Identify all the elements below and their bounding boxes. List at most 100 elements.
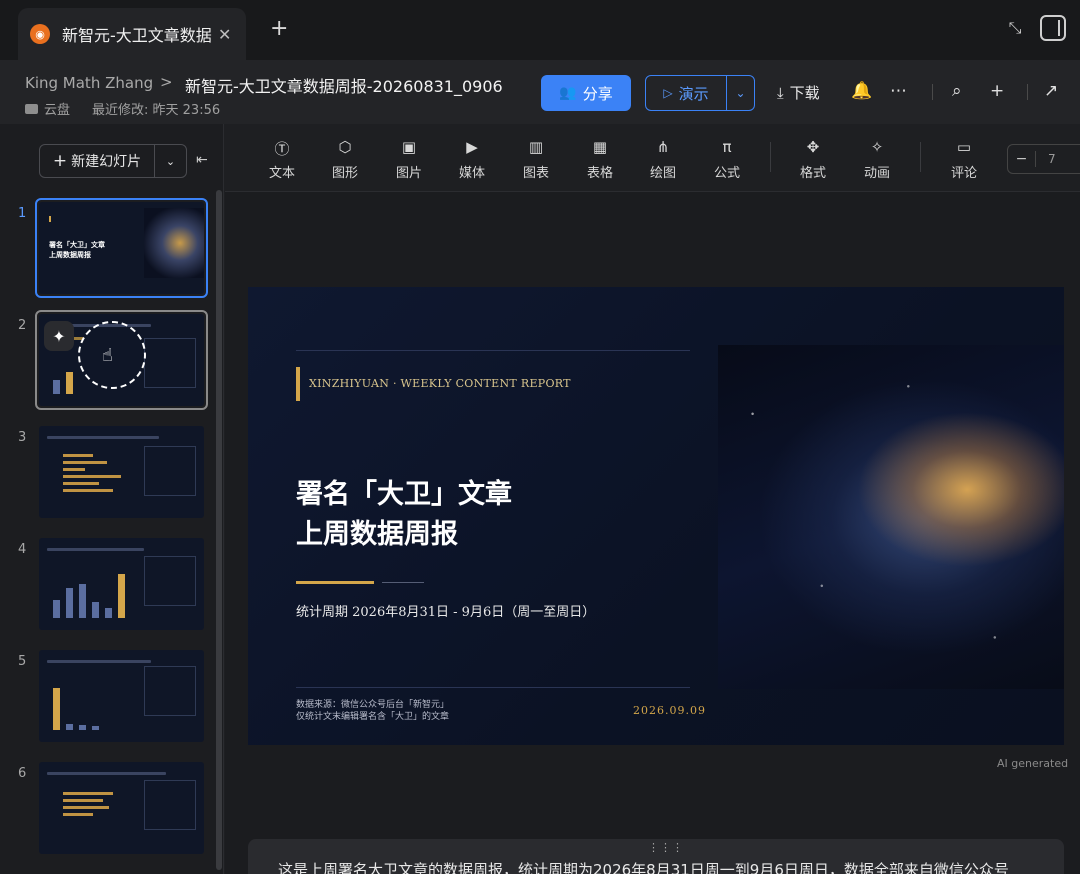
thumbnail-canvas: 署名「大卫」文章 上周数据周报 — [39, 202, 204, 294]
thumbnail-hbar — [63, 806, 109, 809]
folder-label[interactable]: 云盘 — [44, 99, 70, 118]
speaker-notes[interactable]: ⋮⋮⋮ 这是上周署名大卫文章的数据周报，统计周期为2026年8月31日周一到9月… — [248, 839, 1064, 874]
tool-text[interactable]: Ⓣ 文本 — [257, 138, 307, 181]
slide-panel-scrollbar[interactable] — [216, 190, 222, 870]
thumbnail-hbar — [63, 475, 121, 478]
present-button[interactable]: ▷ 演示 — [646, 83, 726, 104]
slide-number: 4 — [18, 542, 27, 557]
slide-thumbnail-5[interactable] — [35, 646, 208, 746]
galaxy-image[interactable] — [718, 345, 1064, 689]
document-title[interactable]: 新智元-大卫文章数据周报-20260831_0906 — [185, 73, 503, 97]
slide-number: 3 — [18, 430, 27, 445]
new-slide-label: 新建幻灯片 — [71, 154, 142, 170]
tool-format[interactable]: ✥ 格式 — [788, 138, 838, 181]
tool-media[interactable]: ▶ 媒体 — [447, 138, 497, 181]
slide-number: 6 — [18, 766, 27, 781]
slide-kicker[interactable]: XINZHIYUAN · WEEKLY CONTENT REPORT — [309, 377, 571, 390]
slide-grey-rule — [382, 582, 424, 583]
text-icon: Ⓣ — [274, 140, 290, 158]
thumbnail-title: 署名「大卫」文章 上周数据周报 — [49, 240, 105, 260]
present-options-chevron-icon[interactable]: ⌄ — [726, 76, 754, 110]
thumbnail-line — [47, 660, 152, 663]
share-button[interactable]: 👥 分享 — [541, 75, 631, 111]
document-tab[interactable]: ◉ 新智元-大卫文章数据 ✕ — [18, 8, 246, 60]
speaker-notes-text[interactable]: 这是上周署名大卫文章的数据周报，统计周期为2026年8月31日周一到9月6日周日… — [278, 859, 1009, 874]
thumbnail-hbar — [63, 468, 85, 471]
tool-label: 图表 — [522, 166, 549, 181]
thumbnail-canvas — [39, 762, 204, 854]
slide-thumbnail-1[interactable]: 署名「大卫」文章 上周数据周报 — [35, 198, 208, 298]
tool-animation[interactable]: ✧ 动画 — [852, 138, 902, 181]
download-label: 下载 — [789, 84, 820, 102]
thumbnail-content — [47, 772, 196, 780]
thumbnail-line — [47, 436, 159, 439]
toggle-panel-icon[interactable] — [1040, 15, 1066, 41]
slide-title[interactable]: 署名「大卫」文章 上周数据周报 — [296, 475, 512, 555]
app-window: ◉ 新智元-大卫文章数据 ✕ + ⤡ King Math Zhang > 新智元… — [0, 0, 1080, 874]
slide-period[interactable]: 统计周期 2026年8月31日 - 9月6日（周一至周日） — [296, 601, 595, 620]
new-slide-chevron-icon[interactable]: ⌄ — [154, 145, 186, 177]
thumbnail-bar — [66, 372, 73, 394]
slide-title-line: 上周数据周报 — [296, 519, 458, 550]
folder-icon — [25, 103, 38, 114]
tool-diagram[interactable]: ⋔ 绘图 — [638, 138, 688, 181]
bell-icon[interactable]: 🔔 — [851, 81, 872, 101]
slide-date[interactable]: 2026.09.09 — [633, 704, 706, 717]
slide-source[interactable]: 数据来源：微信公众号后台「新智元」 仅统计文末编辑署名含「大卫」的文章 — [296, 699, 449, 723]
thumbnail-bar — [66, 588, 73, 618]
tool-label: 表格 — [586, 166, 613, 181]
tool-label: 文本 — [268, 166, 295, 181]
toolbar-divider — [770, 142, 771, 172]
format-icon: ✥ — [806, 138, 820, 156]
search-icon[interactable]: ⌕ — [952, 81, 962, 101]
thumbnail-line — [47, 772, 167, 775]
zoom-value[interactable]: 7 — [1036, 152, 1056, 166]
slide-thumbnail-6[interactable] — [35, 758, 208, 858]
download-button[interactable]: ⤓ 下载 — [777, 82, 820, 103]
slide-source-line: 数据来源：微信公众号后台「新智元」 — [296, 700, 450, 710]
insert-toolbar: Ⓣ 文本 ⬡ 图形 ▣ 图片 ▶ 媒体 ▥ 图表 ▦ 表格 ⋔ 绘图 π 公式 ✥ 格式 ✧ 动画 … — [225, 124, 1080, 192]
thumbnail-bar — [79, 584, 86, 618]
slide-number: 5 — [18, 654, 27, 669]
shrink-window-icon[interactable]: ⤡ — [1004, 18, 1026, 40]
slide-gold-accent — [296, 367, 300, 401]
thumbnail-bar — [53, 380, 60, 394]
new-slide-button-group: + 新建幻灯片 ⌄ — [39, 144, 187, 178]
slide-thumbnail-4[interactable] — [35, 534, 208, 634]
thumbnail-bars — [53, 574, 125, 618]
tool-table[interactable]: ▦ 表格 — [575, 138, 625, 181]
users-icon: 👥 — [559, 85, 577, 101]
play-icon: ▷ — [663, 86, 673, 100]
ai-sparkle-icon[interactable]: ✦ — [44, 321, 74, 351]
more-icon[interactable]: ⋯ — [890, 81, 907, 101]
tool-image[interactable]: ▣ 图片 — [384, 138, 434, 181]
table-icon: ▦ — [592, 138, 608, 156]
tool-chart[interactable]: ▥ 图表 — [511, 138, 561, 181]
new-tab-icon[interactable]: + — [270, 16, 288, 41]
zoom-out-button[interactable]: − — [1008, 151, 1036, 167]
tool-comment[interactable]: ▭ 评论 — [939, 138, 989, 181]
current-slide[interactable]: XINZHIYUAN · WEEKLY CONTENT REPORT 署名「大卫… — [248, 287, 1064, 745]
close-tab-icon[interactable]: ✕ — [218, 25, 231, 44]
add-icon[interactable]: + — [990, 81, 1004, 101]
new-slide-button[interactable]: + 新建幻灯片 — [40, 151, 154, 171]
slide-thumbnail-3[interactable] — [35, 422, 208, 522]
thumbnail-canvas — [39, 426, 204, 518]
breadcrumb-separator: > — [160, 73, 173, 91]
thumbnail-hbar — [63, 489, 113, 492]
thumbnail-hbar — [63, 799, 103, 802]
tab-title: 新智元-大卫文章数据 — [62, 26, 212, 45]
breadcrumb-owner[interactable]: King Math Zhang — [25, 74, 153, 92]
resize-grip-icon[interactable]: ⋮⋮⋮ — [648, 841, 684, 854]
tool-label: 公式 — [713, 166, 740, 181]
tool-label: 评论 — [950, 166, 977, 181]
collapse-panel-icon[interactable]: ⇤ — [196, 152, 208, 168]
tool-formula[interactable]: π 公式 — [702, 138, 752, 181]
thumbnail-bar — [105, 608, 112, 618]
open-external-icon[interactable]: ↗ — [1044, 81, 1058, 101]
download-icon: ⤓ — [777, 83, 784, 102]
tool-shape[interactable]: ⬡ 图形 — [320, 138, 370, 181]
thumbnail-hbar — [63, 792, 113, 795]
toolbar-divider — [920, 142, 921, 172]
tool-label: 媒体 — [458, 166, 485, 181]
